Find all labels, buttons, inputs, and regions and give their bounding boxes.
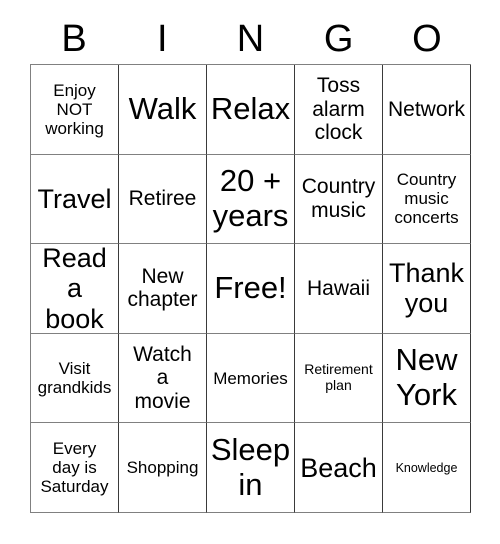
bingo-cell-g3[interactable]: Hawaii [295,244,383,334]
bingo-cell-g2[interactable]: Country music [295,154,383,245]
bingo-cell-label: Country music [301,175,376,222]
bingo-cell-label: 20 + years [212,163,289,233]
bingo-cell-label: New York [395,342,458,413]
bingo-cell-o5[interactable]: Knowledge [383,423,471,513]
bingo-cell-label: Network [387,97,466,121]
bingo-cell-label: Knowledge [395,460,458,475]
bingo-row: Read a book New chapter Free! Hawaii Tha… [31,244,471,334]
bingo-cell-i3[interactable]: New chapter [119,244,207,334]
bingo-cell-n2[interactable]: 20 + years [207,154,295,245]
bingo-row: Enjoy NOT working Walk Relax Toss alarm … [31,65,471,155]
bingo-cell-label: Relax [210,90,291,126]
bingo-cell-label: Walk [128,90,197,126]
bingo-cell-label: Hawaii [306,276,371,300]
bingo-cell-n4[interactable]: Memories [207,333,295,424]
header-letter-i: I [157,18,168,60]
bingo-row: Visit grandkids Watch a movie Memories R… [31,333,471,424]
bingo-cell-label: Enjoy NOT working [45,80,104,138]
bingo-grid: Enjoy NOT working Walk Relax Toss alarm … [30,64,471,513]
bingo-header: B I N G O [30,14,471,64]
bingo-card: B I N G O Enjoy NOT working Walk Relax T… [0,0,500,544]
bingo-cell-n5[interactable]: Sleep in [207,423,295,513]
bingo-cell-o4[interactable]: New York [383,333,471,424]
bingo-cell-i2[interactable]: Retiree [119,154,207,245]
bingo-cell-free-space[interactable]: Free! [207,244,295,334]
bingo-cell-label: Toss alarm clock [312,74,365,145]
bingo-cell-g5[interactable]: Beach [295,423,383,513]
bingo-cell-g1[interactable]: Toss alarm clock [295,65,383,155]
bingo-cell-o3[interactable]: Thank you [383,244,471,334]
header-letter-g: G [323,18,354,60]
bingo-cell-b4[interactable]: Visit grandkids [31,333,119,424]
bingo-cell-b2[interactable]: Travel [31,154,119,245]
header-letter-n: N [236,18,265,60]
bingo-cell-o1[interactable]: Network [383,65,471,155]
bingo-cell-label: Visit grandkids [37,359,112,398]
bingo-cell-b1[interactable]: Enjoy NOT working [31,65,119,155]
bingo-cell-label: Retirement plan [304,361,373,394]
header-letter-b: B [61,18,87,60]
bingo-row: Travel Retiree 20 + years Country music … [31,154,471,245]
bingo-cell-label: Thank you [388,258,465,319]
bingo-cell-n1[interactable]: Relax [207,65,295,155]
bingo-cell-b3[interactable]: Read a book [31,244,119,334]
bingo-cell-label: Free! [214,270,287,306]
bingo-cell-label: Country music concerts [394,170,459,228]
bingo-cell-i4[interactable]: Watch a movie [119,333,207,424]
bingo-cell-label: Retiree [128,187,197,211]
bingo-cell-b5[interactable]: Every day is Saturday [31,423,119,513]
bingo-cell-label: Sleep in [210,431,291,502]
bingo-cell-label: Watch a movie [133,342,192,413]
bingo-cell-label: Every day is Saturday [40,439,109,497]
bingo-cell-label: New chapter [127,264,198,312]
bingo-cell-label: Read a book [42,244,107,334]
bingo-cell-label: Shopping [126,458,199,478]
bingo-row: Every day is Saturday Shopping Sleep in … [31,423,471,513]
bingo-cell-label: Memories [213,368,288,388]
bingo-cell-g4[interactable]: Retirement plan [295,333,383,424]
bingo-cell-o2[interactable]: Country music concerts [383,154,471,245]
bingo-cell-i1[interactable]: Walk [119,65,207,155]
bingo-cell-i5[interactable]: Shopping [119,423,207,513]
bingo-cell-label: Travel [37,183,112,214]
header-letter-o: O [412,18,442,60]
bingo-cell-label: Beach [300,452,377,483]
